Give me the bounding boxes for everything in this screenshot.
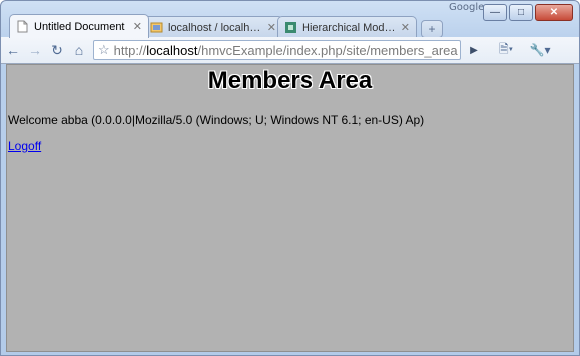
tab-localhost[interactable]: localhost / localhost... ✕	[143, 16, 283, 38]
site-icon	[285, 22, 296, 33]
home-icon[interactable]: ⌂	[69, 40, 89, 60]
wrench-menu-icon[interactable]: 🔧▾	[527, 40, 553, 60]
page-icon	[17, 20, 28, 33]
logoff-link[interactable]: Logoff	[8, 139, 41, 153]
tab-hierarchical-model[interactable]: Hierarchical Model ... ✕	[277, 16, 417, 38]
url-path: /hmvcExample/index.php/site/members_area	[197, 42, 458, 58]
forward-icon[interactable]: →	[25, 40, 45, 60]
browser-window: Google — □ ✕ Untitled Document ✕ localho…	[0, 0, 580, 356]
page-content: Members Area Welcome abba (0.0.0.0|Mozil…	[6, 64, 574, 352]
navigation-toolbar: ← → ↻ ⌂ ☆ http://localhost/hmvcExample/i…	[1, 37, 579, 64]
toolbar-menus: 🗎▾ 🔧▾	[491, 40, 553, 60]
bookmark-star-icon[interactable]: ☆	[98, 42, 110, 58]
close-window-button[interactable]: ✕	[535, 4, 573, 21]
close-tab-icon[interactable]: ✕	[401, 21, 410, 34]
back-icon[interactable]: ←	[3, 40, 23, 60]
close-tab-icon[interactable]: ✕	[267, 21, 276, 34]
url-scheme: http://	[113, 42, 147, 58]
reload-icon[interactable]: ↻	[47, 40, 67, 60]
page-menu-icon[interactable]: 🗎▾	[493, 40, 519, 60]
maximize-button[interactable]: □	[509, 4, 533, 21]
minimize-button[interactable]: —	[483, 4, 507, 21]
tab-title: Hierarchical Model ...	[302, 21, 398, 34]
welcome-text: Welcome abba (0.0.0.0|Mozilla/5.0 (Windo…	[8, 113, 425, 127]
phpmyadmin-icon	[150, 22, 163, 33]
new-tab-button[interactable]: +	[421, 20, 443, 38]
page-heading: Members Area	[207, 67, 373, 94]
tab-title: Untitled Document	[34, 20, 125, 33]
window-controls: — □ ✕	[483, 4, 573, 21]
close-tab-icon[interactable]: ✕	[133, 20, 142, 33]
tab-untitled-document[interactable]: Untitled Document ✕	[9, 14, 149, 38]
address-bar[interactable]: ☆ http://localhost/hmvcExample/index.php…	[93, 40, 461, 60]
go-icon[interactable]: ▶	[465, 40, 483, 60]
browser-brand: Google	[449, 2, 485, 13]
tab-strip: Untitled Document ✕ localhost / localhos…	[9, 14, 443, 38]
tab-title: localhost / localhost...	[168, 21, 264, 34]
url-host: localhost	[146, 42, 198, 58]
